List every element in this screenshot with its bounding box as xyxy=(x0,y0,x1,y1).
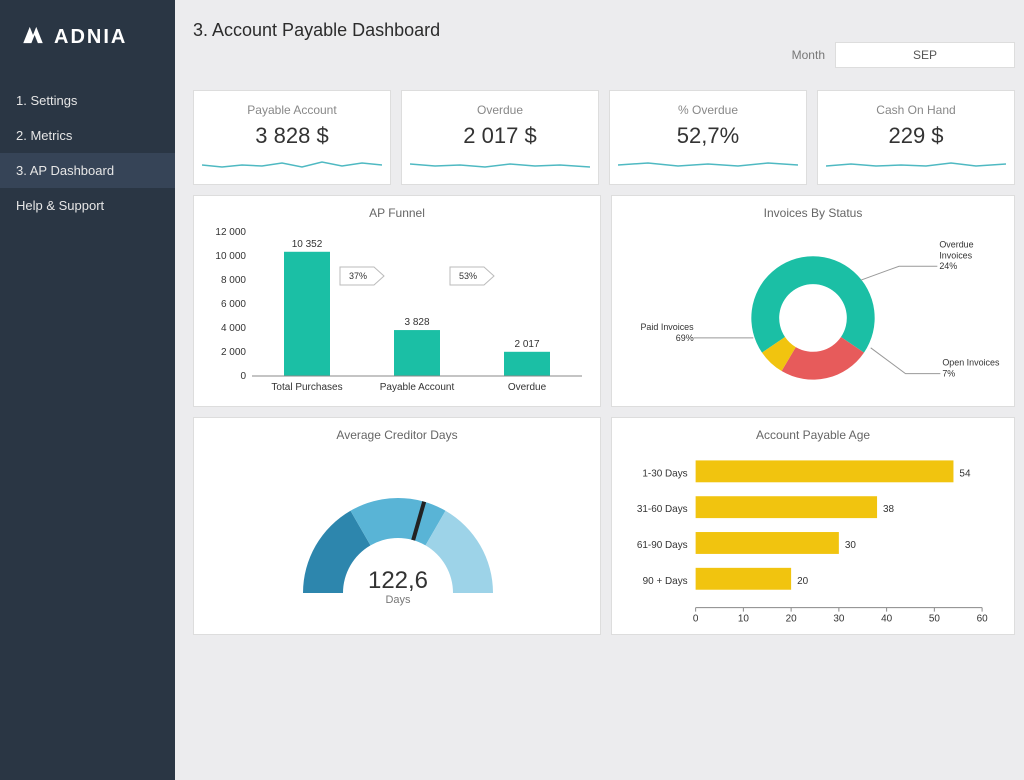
chart-invoices-by-status: Paid Invoices69% OverdueInvoices24% Open I… xyxy=(624,226,1002,398)
panel-title: AP Funnel xyxy=(206,206,588,220)
sidebar-item-metrics[interactable]: 2. Metrics xyxy=(0,118,175,153)
svg-text:69%: 69% xyxy=(676,333,694,343)
svg-text:2 000: 2 000 xyxy=(221,347,246,358)
svg-text:8 000: 8 000 xyxy=(221,275,246,286)
sparkline-icon xyxy=(410,153,590,173)
svg-text:4 000: 4 000 xyxy=(221,323,246,334)
svg-text:0: 0 xyxy=(693,614,699,625)
svg-text:6 000: 6 000 xyxy=(221,299,246,310)
kpi-value: 52,7% xyxy=(618,123,798,149)
panel-invoices-by-status: Invoices By Status Paid Invoices69% Overd… xyxy=(611,195,1015,407)
svg-text:10: 10 xyxy=(738,614,750,625)
kpi-label: Overdue xyxy=(410,103,590,117)
panel-title: Account Payable Age xyxy=(624,428,1002,442)
brand-name: ADNIA xyxy=(54,26,127,49)
svg-text:53%: 53% xyxy=(459,271,477,281)
chart-ap-age: 1-30 Days 54 31-60 Days 38 61-90 Days 30 90 + … xyxy=(624,448,1002,628)
svg-text:38: 38 xyxy=(883,504,895,515)
kpi-row: Payable Account 3 828 $ Overdue 2 017 $ … xyxy=(193,90,1015,185)
gauge-value: 122,6 xyxy=(368,567,428,594)
svg-text:50: 50 xyxy=(929,614,941,625)
sidebar: ADNIA 1. Settings 2. Metrics 3. AP Dashb… xyxy=(0,0,175,780)
svg-text:Open Invoices: Open Invoices xyxy=(942,358,1000,368)
svg-text:12 000: 12 000 xyxy=(215,227,246,238)
svg-text:Overdue: Overdue xyxy=(939,239,973,249)
kpi-pct-overdue: % Overdue 52,7% xyxy=(609,90,807,185)
gauge-unit: Days xyxy=(385,594,411,606)
svg-text:1-30 Days: 1-30 Days xyxy=(642,468,687,479)
kpi-label: Payable Account xyxy=(202,103,382,117)
panel-title: Invoices By Status xyxy=(624,206,1002,220)
svg-text:30: 30 xyxy=(833,614,845,625)
kpi-overdue: Overdue 2 017 $ xyxy=(401,90,599,185)
chart-avg-creditor-days: 122,6 Days xyxy=(206,448,590,628)
svg-text:10 000: 10 000 xyxy=(215,251,246,262)
svg-text:20: 20 xyxy=(797,576,809,587)
kpi-value: 3 828 $ xyxy=(202,123,382,149)
sparkline-icon xyxy=(826,153,1006,173)
panel-avg-creditor-days: Average Creditor Days 122,6 Days xyxy=(193,417,601,635)
svg-text:Paid Invoices: Paid Invoices xyxy=(640,322,694,332)
svg-text:60: 60 xyxy=(977,614,989,625)
kpi-label: Cash On Hand xyxy=(826,103,1006,117)
month-label: Month xyxy=(792,48,825,62)
panel-title: Average Creditor Days xyxy=(206,428,588,442)
svg-text:90 + Days: 90 + Days xyxy=(643,576,688,587)
svg-text:10 352: 10 352 xyxy=(292,239,323,250)
panel-ap-funnel: AP Funnel 0 2 000 4 000 6 000 8 000 10 000 12 … xyxy=(193,195,601,407)
svg-text:61-90 Days: 61-90 Days xyxy=(637,540,688,551)
kpi-value: 229 $ xyxy=(826,123,1006,149)
kpi-payable-account: Payable Account 3 828 $ xyxy=(193,90,391,185)
svg-text:24%: 24% xyxy=(939,261,957,271)
svg-text:Invoices: Invoices xyxy=(939,250,972,260)
svg-text:40: 40 xyxy=(881,614,893,625)
svg-text:2 017: 2 017 xyxy=(514,339,539,350)
month-field[interactable]: SEP xyxy=(835,42,1015,68)
svg-text:20: 20 xyxy=(786,614,798,625)
main-content: 3. Account Payable Dashboard Month SEP P… xyxy=(175,0,1024,780)
sparkline-icon xyxy=(618,153,798,173)
kpi-value: 2 017 $ xyxy=(410,123,590,149)
svg-text:Overdue: Overdue xyxy=(508,382,547,393)
header: 3. Account Payable Dashboard Month SEP xyxy=(193,20,1015,68)
sparkline-icon xyxy=(202,153,382,173)
brand-mark-icon xyxy=(20,22,46,53)
svg-text:Payable Account: Payable Account xyxy=(380,382,455,393)
chart-ap-funnel: 0 2 000 4 000 6 000 8 000 10 000 12 000 10 352… xyxy=(206,226,590,398)
svg-text:Total Purchases: Total Purchases xyxy=(271,382,342,393)
kpi-label: % Overdue xyxy=(618,103,798,117)
brand-logo: ADNIA xyxy=(0,0,175,83)
svg-text:37%: 37% xyxy=(349,271,367,281)
svg-text:31-60 Days: 31-60 Days xyxy=(637,504,688,515)
sidebar-item-ap-dashboard[interactable]: 3. AP Dashboard xyxy=(0,153,175,188)
sidebar-item-help[interactable]: Help & Support xyxy=(0,188,175,223)
svg-text:54: 54 xyxy=(959,468,971,479)
page-title: 3. Account Payable Dashboard xyxy=(193,20,440,41)
kpi-cash-on-hand: Cash On Hand 229 $ xyxy=(817,90,1015,185)
sidebar-item-settings[interactable]: 1. Settings xyxy=(0,83,175,118)
month-selector: Month SEP xyxy=(792,42,1015,68)
svg-text:30: 30 xyxy=(845,540,857,551)
panel-ap-age: Account Payable Age 1-30 Days 54 31-60 Day… xyxy=(611,417,1015,635)
svg-text:3 828: 3 828 xyxy=(404,317,429,328)
svg-text:0: 0 xyxy=(240,371,246,382)
svg-text:7%: 7% xyxy=(942,369,955,379)
